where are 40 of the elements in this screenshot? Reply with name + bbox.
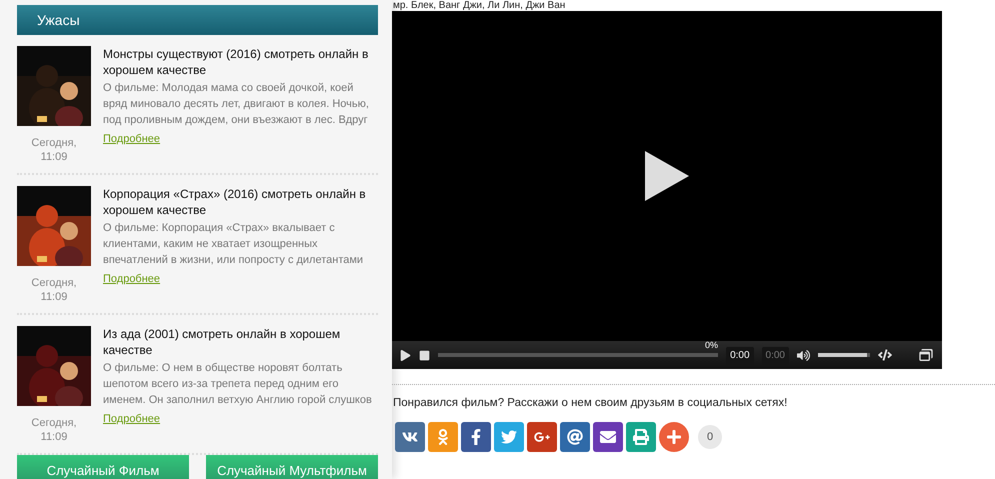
vk-share-button[interactable] [395,422,425,452]
play-icon[interactable] [645,151,689,201]
print-button[interactable] [626,422,656,452]
duration: 0:00 [762,346,789,364]
movie-description: О фильме: Корпорация «Страх» вкалывает с клиентами, каким не хватает изощренных впечатлений в жизни, или попросту с дилетантами [103,221,364,268]
random-button[interactable]: Случайный Мультфильм [206,455,378,479]
movie-title[interactable]: Из ада (2001) смотреть онлайн в хорошем качестве [103,326,378,358]
embed-icon[interactable] [878,348,892,362]
section-heading: Ужасы [17,5,378,35]
envelope-icon [600,429,616,445]
post-date: Сегодня, 11:09 [30,416,78,444]
post-date: Сегодня, 11:09 [30,276,78,304]
post-date: Сегодня, 11:09 [30,136,78,164]
more-share-button[interactable] [659,422,689,452]
google-plus-share-button[interactable] [527,422,557,452]
google-plus-icon [534,429,550,445]
progress-percent: 0% [705,340,718,350]
share-count: 0 [698,425,722,449]
cast-list: мр. Блек, Ванг Джи, Ли Лин, Джи Ван [392,0,995,11]
fullscreen-icon[interactable] [918,347,934,363]
bird-icon [501,429,517,445]
more-link[interactable]: Подробнее [103,413,160,425]
current-time: 0:00 [726,346,754,364]
email-share-button[interactable] [593,422,623,452]
stop-icon[interactable] [419,350,430,360]
printer-icon [633,429,649,445]
more-link[interactable]: Подробнее [103,273,160,285]
movie-description: О фильме: Молодая мама со своей дочкой, коей вряд миновало десять лет, двигают в колея. Ночью, под проливным дождем, они въезжают в лес. Вдруг [103,81,370,128]
more-link[interactable]: Подробнее [103,133,160,145]
movie-title[interactable]: Корпорация «Страх» (2016) смотреть онлайн в хорошем качестве [103,186,378,218]
movie-description: О фильме: О нем в обществе норовят болтать шепотом всего из-за трепета перед одним его именем. Он заполнил ветхую Англию горой слушков [103,361,373,408]
plus-icon [666,429,682,445]
random-button[interactable]: Случайный Фильм [17,455,189,479]
play-icon[interactable] [400,350,411,360]
facebook-share-button[interactable] [461,422,491,452]
at-sign-share-button[interactable] [560,422,590,452]
movie-title[interactable]: Монстры существуют (2016) смотреть онлайн в хорошем качестве [103,46,378,78]
volume-icon[interactable] [797,348,810,362]
at-sign-icon [567,429,583,445]
share-prompt: Понравился фильм? Расскажи о нем своим друзьям в социальных сетях! [393,397,788,409]
